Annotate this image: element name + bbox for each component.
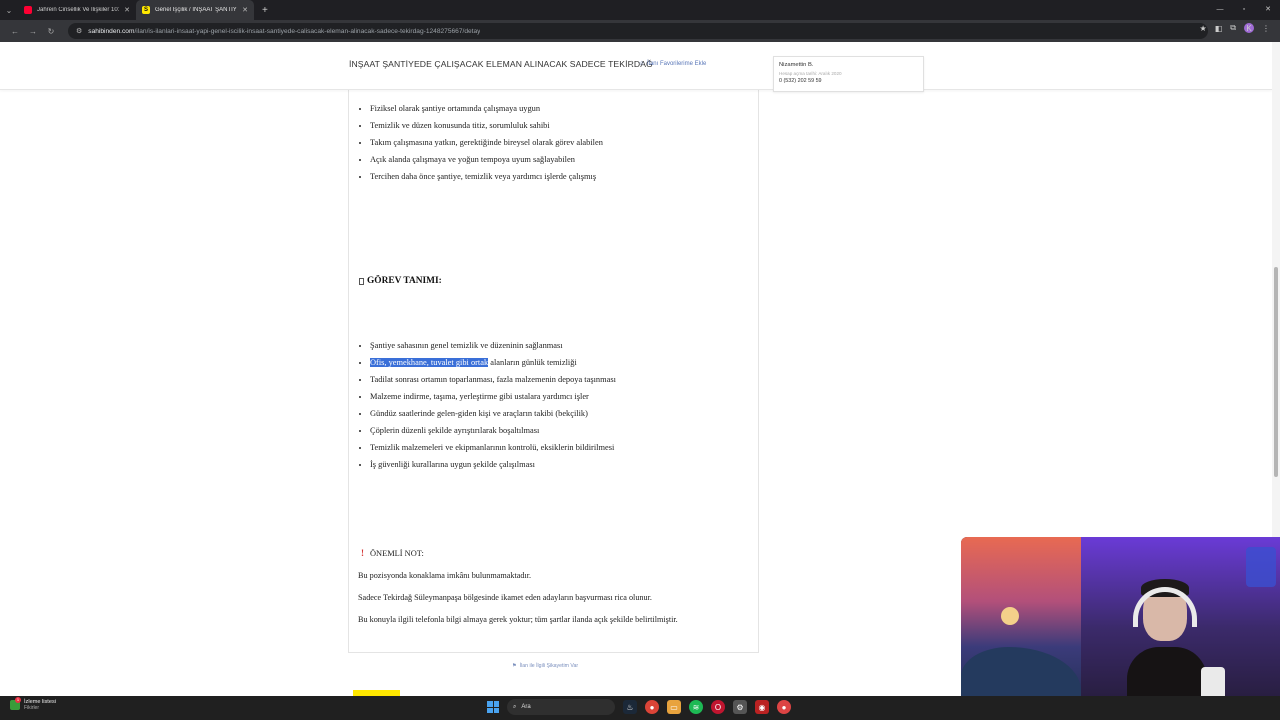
url-path: /ilan/is-ilanlari-insaat-yapi-genel-isci…: [134, 27, 481, 35]
list-item: Temizlik malzemeleri ve ekipmanlarının k…: [370, 439, 616, 456]
seller-info-box: Nizamettin B. Hesap açma tarihi: Aralık …: [773, 56, 924, 92]
note-title: ÖNEMLİ NOT:: [370, 548, 424, 558]
steam-icon[interactable]: ♨: [623, 700, 637, 714]
tab-search-icon[interactable]: ⌄: [0, 0, 18, 20]
seller-name: Nizamettin B.: [779, 62, 814, 68]
scrollbar-thumb[interactable]: [1274, 267, 1278, 477]
list-item-selected: Ofis, yemekhane, tuvalet gibi ortak alan…: [370, 354, 616, 371]
opera-icon[interactable]: O: [711, 700, 725, 714]
list-item: Temizlik ve düzen konusunda titiz, sorum…: [370, 117, 603, 134]
led-panel: [1246, 547, 1276, 587]
missing-glyph-icon: [359, 277, 364, 285]
report-link-text: İlan ile İlgili Şikayetim Var: [519, 663, 579, 669]
minimize-icon[interactable]: —: [1208, 0, 1232, 20]
tab-title: Jahrein Cinsellik Ve İlişkiler 101: [37, 7, 120, 13]
back-icon[interactable]: ←: [6, 27, 24, 36]
reload-icon[interactable]: ↻: [42, 27, 60, 36]
text-selection[interactable]: Ofis, yemekhane, tuvalet gibi ortak: [370, 358, 489, 367]
seller-since: Hesap açma tarihi: Aralık 2020: [779, 71, 842, 76]
star-icon: ☆: [638, 61, 644, 67]
duties-heading: GÖREV TANIMI:: [359, 276, 442, 286]
puzzle-icon[interactable]: ⧉: [1230, 23, 1236, 33]
chrome-icon[interactable]: ●: [645, 700, 659, 714]
taskbar-search[interactable]: ⌕ Ara: [507, 699, 615, 715]
url-text: sahibinden.com/ilan/is-ilanlari-insaat-y…: [88, 28, 480, 35]
search-icon: ⌕: [513, 703, 517, 710]
extensions-icon[interactable]: ◧: [1215, 24, 1223, 33]
listing-description: Fiziksel olarak şantiye ortamında çalışm…: [348, 90, 759, 653]
window-controls: — ▫ ✕: [1208, 0, 1280, 20]
watchlist-widget[interactable]: 1 İzleme listesi Fikirler: [10, 697, 56, 711]
close-icon[interactable]: ✕: [124, 6, 130, 14]
add-to-favorites-link[interactable]: | ☆ İlanı Favorilerime Ekle: [631, 60, 707, 68]
taskbar-apps: ⌕ Ara ♨ ● ▭ ≋ O ⚙ ◉ ●: [487, 699, 791, 715]
divider: |: [631, 60, 633, 67]
app-icon[interactable]: ◉: [755, 700, 769, 714]
list-item: Takım çalışmasına yatkın, gerektiğinde b…: [370, 134, 603, 151]
duties-title: GÖREV TANIMI:: [367, 276, 442, 286]
new-tab-button[interactable]: +: [262, 5, 268, 16]
toolbar-icons: ★ ◧ ⧉ K ⋮: [1200, 23, 1270, 33]
poster-art: [961, 537, 1081, 720]
browser-toolbar: ← → ↻ ⚙ sahibinden.com/ilan/is-ilanlari-…: [0, 20, 1280, 42]
list-item: İş güvenliği kurallarına uygun şekilde ç…: [370, 456, 616, 473]
qualifications-list: Fiziksel olarak şantiye ortamında çalışm…: [370, 100, 603, 185]
windows-start-icon[interactable]: [487, 701, 499, 713]
url-domain: sahibinden.com: [88, 27, 135, 35]
sahibinden-icon: S: [142, 6, 150, 14]
widget-subtitle: Fikirler: [24, 705, 39, 711]
close-window-icon[interactable]: ✕: [1256, 0, 1280, 20]
exclamation-icon: !: [361, 548, 364, 558]
important-note-heading: ! ÖNEMLİ NOT:: [361, 548, 424, 558]
tab-youtube[interactable]: Jahrein Cinsellik Ve İlişkiler 101 ✕: [18, 0, 136, 20]
list-item: Tadilat sonrası ortamın toparlanması, fa…: [370, 371, 616, 388]
tab-title: Genel İşçilik / İNŞAAT ŞANTİYE: [155, 7, 238, 13]
notification-badge: 1: [15, 697, 21, 703]
windows-taskbar: 1 İzleme listesi Fikirler ⌕ Ara ♨ ● ▭ ≋ …: [0, 696, 1280, 720]
search-placeholder: Ara: [521, 704, 531, 710]
bookmark-star-icon[interactable]: ★: [1200, 24, 1207, 33]
list-item: Açık alanda çalışmaya ve yoğun tempoya u…: [370, 151, 603, 168]
menu-icon[interactable]: ⋮: [1262, 24, 1270, 33]
tab-sahibinden[interactable]: S Genel İşçilik / İNŞAAT ŞANTİYE ✕: [136, 0, 254, 20]
chrome-active-icon[interactable]: ●: [777, 700, 791, 714]
profile-avatar[interactable]: K: [1244, 23, 1254, 33]
note-paragraph: Bu pozisyonda konaklama imkânı bulunmama…: [358, 571, 532, 580]
note-paragraph: Sadece Tekirdağ Süleymanpaşa bölgesinde …: [358, 593, 652, 602]
list-item: Çöplerin düzenli şekilde ayrıştırılarak …: [370, 422, 616, 439]
youtube-icon: [24, 6, 32, 14]
listing-title: İNŞAAT ŞANTİYEDE ÇALIŞACAK ELEMAN ALINAC…: [349, 59, 653, 69]
site-info-icon[interactable]: ⚙: [76, 27, 82, 35]
list-item: Fiziksel olarak şantiye ortamında çalışm…: [370, 100, 603, 117]
duties-list: Şantiye sahasının genel temizlik ve düze…: [370, 337, 616, 473]
sticky-listing-header: İNŞAAT ŞANTİYEDE ÇALIŞACAK ELEMAN ALINAC…: [0, 42, 1272, 92]
list-item: Tercihen daha önce şantiye, temizlik vey…: [370, 168, 603, 185]
moon-shape: [1001, 607, 1019, 625]
note-paragraph: Bu konuyla ilgili telefonla bilgi almaya…: [358, 615, 678, 624]
forward-icon[interactable]: →: [24, 27, 42, 36]
webcam-overlay: [961, 537, 1280, 720]
address-bar[interactable]: ⚙ sahibinden.com/ilan/is-ilanlari-insaat…: [68, 23, 1208, 39]
settings-gear-icon[interactable]: ⚙: [733, 700, 747, 714]
maximize-icon[interactable]: ▫: [1232, 0, 1256, 20]
file-explorer-icon[interactable]: ▭: [667, 700, 681, 714]
stocks-icon: 1: [10, 697, 21, 710]
browser-tab-bar: ⌄ Jahrein Cinsellik Ve İlişkiler 101 ✕ S…: [0, 0, 1280, 20]
list-item: Gündüz saatlerinde gelen-giden kişi ve a…: [370, 405, 616, 422]
list-item: Şantiye sahasının genel temizlik ve düze…: [370, 337, 616, 354]
spotify-icon[interactable]: ≋: [689, 700, 703, 714]
close-icon[interactable]: ✕: [242, 6, 248, 14]
report-listing-link[interactable]: ⚑ İlan ile İlgili Şikayetim Var: [512, 663, 578, 669]
seller-phone[interactable]: 0 (532) 202 59 59: [779, 78, 918, 84]
flag-icon: ⚑: [512, 663, 517, 669]
list-item-text: alanların günlük temizliği: [488, 358, 577, 367]
favorite-label: İlanı Favorilerime Ekle: [646, 60, 707, 67]
list-item: Malzeme indirme, taşıma, yerleştirme gib…: [370, 388, 616, 405]
